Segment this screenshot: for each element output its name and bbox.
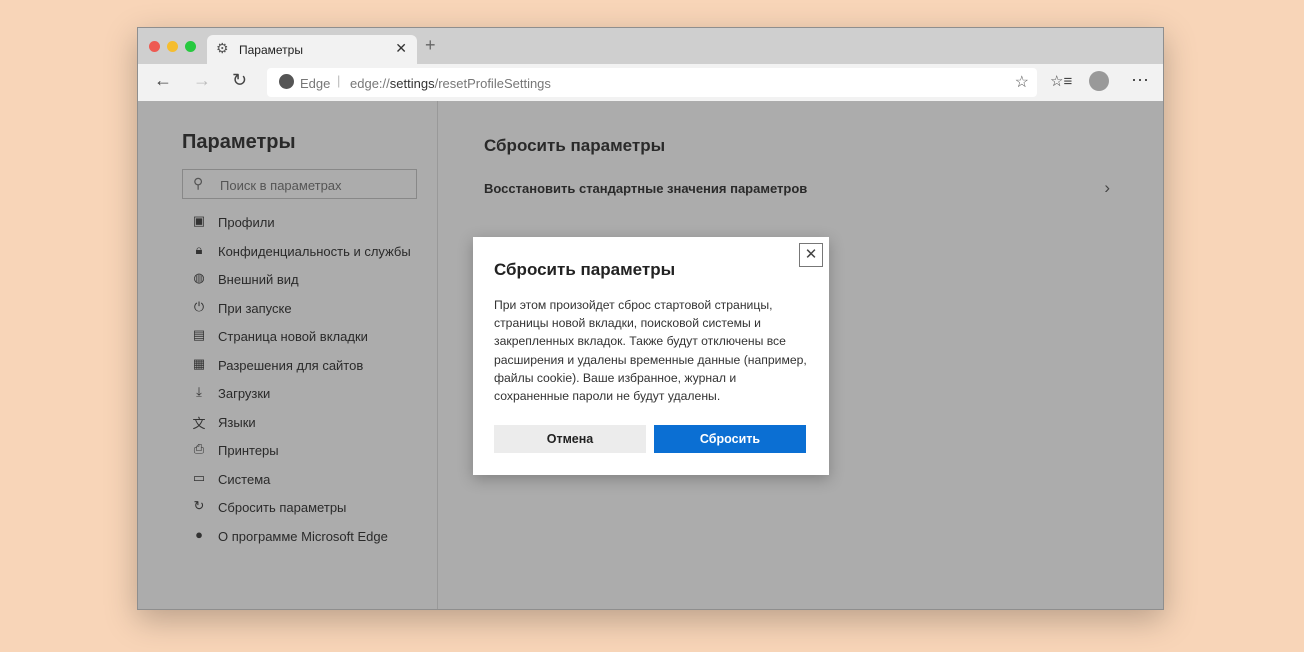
sidebar: Параметры ⚲ Поиск в параметрах ▣ Профили 🔒… [138, 101, 438, 609]
lock-icon: 🔒︎ [195, 241, 203, 257]
sidebar-item-label: Разрешения для сайтов [218, 357, 364, 373]
search-placeholder: Поиск в параметрах [220, 178, 342, 193]
edge-logo-icon: ● [195, 526, 203, 542]
url-text[interactable]: edge://settings/resetProfileSettings [350, 76, 551, 91]
sidebar-item-label: Языки [218, 414, 256, 430]
tab-bar: ⚙ Параметры ✕ + [138, 28, 1163, 64]
laptop-icon: ▭ [192, 469, 206, 485]
close-window-button[interactable] [149, 41, 160, 52]
restore-defaults-row[interactable]: Восстановить стандартные значения параме… [484, 178, 1110, 197]
languages-icon: 文 [192, 415, 206, 431]
dialog-title: Сбросить параметры [494, 260, 676, 279]
sidebar-item-label: Профили [218, 215, 275, 230]
new-tab-button[interactable]: + [425, 35, 436, 56]
sidebar-item-label: Система [218, 471, 271, 487]
power-icon: ⏻ [193, 298, 205, 314]
site-permissions-icon: ▦ [192, 355, 206, 371]
close-tab-icon[interactable]: ✕ [395, 40, 407, 57]
profile-avatar[interactable] [1089, 71, 1109, 91]
divider: | [337, 73, 341, 88]
sidebar-item-label: О программе Microsoft Edge [218, 528, 388, 544]
toolbar: ← → ↻ Edge | edge://settings/resetProfil… [138, 64, 1163, 101]
refresh-icon[interactable]: ↻ [232, 70, 247, 91]
address-bar[interactable]: Edge | edge://settings/resetProfileSetti… [267, 68, 1037, 97]
new-tab-icon: ▤ [192, 327, 206, 342]
sidebar-item-label: Конфиденциальность и службы [218, 243, 411, 259]
address-brand: Edge [300, 76, 331, 91]
reset-button[interactable]: Сбросить [654, 425, 806, 453]
chevron-right-icon: › [1104, 178, 1110, 197]
sidebar-item-label: Страница новой вкладки [218, 329, 368, 344]
search-input[interactable]: ⚲ Поиск в параметрах [182, 169, 417, 199]
restore-defaults-label: Восстановить стандартные значения параме… [484, 181, 808, 196]
favorites-icon[interactable]: ☆≡ [1050, 72, 1072, 90]
favorite-star-icon[interactable]: ☆ [1015, 72, 1029, 92]
gear-icon: ⚙ [216, 40, 229, 56]
cancel-button[interactable]: Отмена [494, 425, 646, 453]
search-icon: ⚲ [193, 175, 204, 191]
close-dialog-button[interactable]: ✕ [799, 243, 823, 267]
printer-icon: ⎙ [193, 441, 205, 456]
more-menu-icon[interactable]: ⋯ [1131, 70, 1149, 91]
sidebar-title: Параметры [182, 131, 296, 153]
forward-icon[interactable]: → [193, 70, 211, 91]
minimize-window-button[interactable] [167, 41, 178, 52]
sidebar-item-label: Внешний вид [218, 272, 299, 287]
back-icon[interactable]: ← [154, 70, 172, 91]
sidebar-item-label: Принтеры [218, 443, 279, 458]
edge-logo-icon [279, 74, 294, 89]
page-title: Сбросить параметры [484, 136, 666, 155]
palette-icon: ◍ [193, 270, 205, 285]
tab-settings[interactable]: ⚙ Параметры ✕ [207, 35, 417, 64]
sidebar-item-label: Сбросить параметры [218, 500, 347, 515]
reset-dialog: ✕ Сбросить параметры При этом произойдет… [473, 237, 829, 475]
profile-icon: ▣ [192, 213, 206, 228]
download-icon: ⤓ [196, 384, 202, 399]
sidebar-item-label: При запуске [218, 300, 292, 316]
reset-icon: ↻ [193, 498, 205, 513]
maximize-window-button[interactable] [185, 41, 196, 52]
sidebar-item-label: Загрузки [218, 386, 271, 401]
tab-title: Параметры [239, 43, 303, 57]
dialog-body: При этом произойдет сброс стартовой стра… [494, 298, 807, 404]
